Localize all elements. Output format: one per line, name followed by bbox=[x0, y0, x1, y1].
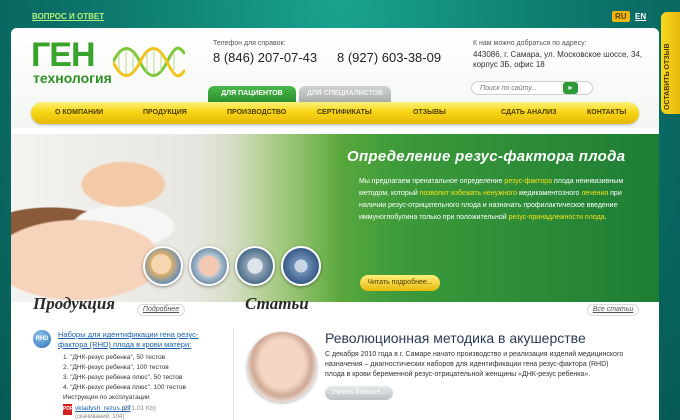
logo-gen-text: ГЕН bbox=[31, 36, 96, 74]
article-text: С декабря 2010 года в г. Самаре начато п… bbox=[325, 351, 624, 378]
nav-item-analysis[interactable]: СДАТЬ АНАЛИЗ bbox=[501, 102, 557, 124]
phone-number-2: 8 (927) 603-38-09 bbox=[337, 50, 442, 65]
address: 443086, г. Самара, ул. Московское шоссе,… bbox=[473, 50, 643, 69]
main-nav: О КОМПАНИИ ПРОДУКЦИЯ ПРОИЗВОДСТВО СЕРТИФ… bbox=[31, 102, 639, 124]
instruction-caption: Инструкция по эксплуатации bbox=[63, 394, 150, 401]
top-bar: ВОПРОС И ОТВЕТ RU EN bbox=[0, 0, 680, 28]
hero-thumb-2[interactable] bbox=[189, 246, 229, 286]
hero-text-highlight[interactable]: резус-фактора bbox=[504, 178, 552, 185]
hero-text-part: медикаментозного bbox=[517, 190, 582, 197]
nav-item-certificates[interactable]: СЕРТИФИКАТЫ bbox=[317, 102, 372, 124]
hero-text-part: Мы предлагаем пренатальное определение bbox=[359, 178, 505, 185]
tab-specialists[interactable]: ДЛЯ СПЕЦИАЛИСТОВ bbox=[299, 86, 391, 102]
products-more-link[interactable]: Подробнее bbox=[137, 304, 185, 316]
phone-caption: Телефон для справок: bbox=[213, 40, 286, 47]
products-heading: Продукция bbox=[33, 294, 116, 313]
product-list: 1. "ДНК-резус ребенка", 50 тестов 2. "ДН… bbox=[63, 353, 186, 393]
search-button[interactable]: ▸ bbox=[563, 82, 578, 94]
download-count: (скачиваний: 104) bbox=[75, 414, 125, 420]
nav-item-company[interactable]: О КОМПАНИИ bbox=[55, 102, 103, 124]
phone-number-1: 8 (846) 207-07-43 bbox=[213, 50, 318, 65]
tab-patients[interactable]: ДЛЯ ПАЦИЕНТОВ bbox=[208, 86, 296, 102]
read-more-button[interactable]: Читать подробнее... bbox=[360, 275, 440, 291]
list-item: 3. "ДНК-резус ребенка плюс", 50 тестов bbox=[63, 374, 183, 381]
articles-heading: Статьи bbox=[245, 294, 309, 313]
nav-item-reviews[interactable]: ОТЗЫВЫ bbox=[413, 102, 446, 124]
file-size: (271.01 Kb) bbox=[122, 405, 156, 412]
list-item: 1. "ДНК-резус ребенка", 50 тестов bbox=[63, 354, 166, 361]
search-arrow-icon: ▸ bbox=[568, 83, 573, 92]
hero-text: Мы предлагаем пренатальное определение р… bbox=[359, 176, 641, 224]
rhd-badge-icon: RHD bbox=[33, 330, 51, 348]
nav-item-production[interactable]: ПРОИЗВОДСТВО bbox=[227, 102, 286, 124]
nav-item-contacts[interactable]: КОНТАКТЫ bbox=[587, 102, 626, 124]
header: ГЕН технология Телефон для справок: 8 (8… bbox=[11, 28, 659, 128]
hero-thumb-4[interactable] bbox=[281, 246, 321, 286]
pdf-icon: PDF bbox=[63, 404, 73, 415]
product-title-link[interactable]: Наборы для идентификации гена резус-факт… bbox=[58, 330, 218, 350]
hero-text-highlight[interactable]: резус-принадлежности плода bbox=[509, 214, 605, 221]
address-caption: К нам можно добраться по адресу: bbox=[473, 40, 587, 47]
hero-text-highlight[interactable]: лечения bbox=[581, 190, 608, 197]
feedback-side-tab-label[interactable]: ОСТАВИТЬ ОТЗЫВ bbox=[664, 43, 671, 110]
hero-banner: Определение резус-фактора плода Мы предл… bbox=[11, 134, 659, 302]
column-divider bbox=[233, 328, 234, 420]
list-item: 4. "ДНК-резус ребенка плюс", 100 тестов bbox=[63, 384, 186, 391]
logo[interactable]: ГЕН технология bbox=[31, 38, 191, 88]
hero-thumb-3[interactable] bbox=[235, 246, 275, 286]
lang-ru-button[interactable]: RU bbox=[612, 11, 630, 22]
lang-en-button[interactable]: EN bbox=[632, 11, 649, 22]
qa-link[interactable]: ВОПРОС И ОТВЕТ bbox=[32, 12, 104, 21]
all-articles-link[interactable]: Все статьи bbox=[587, 304, 639, 316]
main-container: ГЕН технология Телефон для справок: 8 (8… bbox=[11, 28, 659, 420]
hero-title: Определение резус-фактора плода bbox=[347, 148, 626, 165]
list-item: 2. "ДНК-резус ребенка", 100 тестов bbox=[63, 364, 169, 371]
hero-text-highlight[interactable]: позволит избежать ненужного bbox=[420, 190, 517, 197]
hero-thumb-1[interactable] bbox=[143, 246, 183, 286]
article-title-link[interactable]: Революционная методика в акушерстве bbox=[325, 330, 586, 346]
article-pregnant-belly-image[interactable] bbox=[247, 332, 317, 402]
logo-tech-text: технология bbox=[33, 70, 112, 86]
learn-more-button[interactable]: Узнать больше... bbox=[325, 386, 393, 400]
nav-item-products[interactable]: ПРОДУКЦИЯ bbox=[143, 102, 187, 124]
dna-helix-icon bbox=[113, 46, 185, 78]
hero-text-part: . bbox=[604, 214, 607, 221]
